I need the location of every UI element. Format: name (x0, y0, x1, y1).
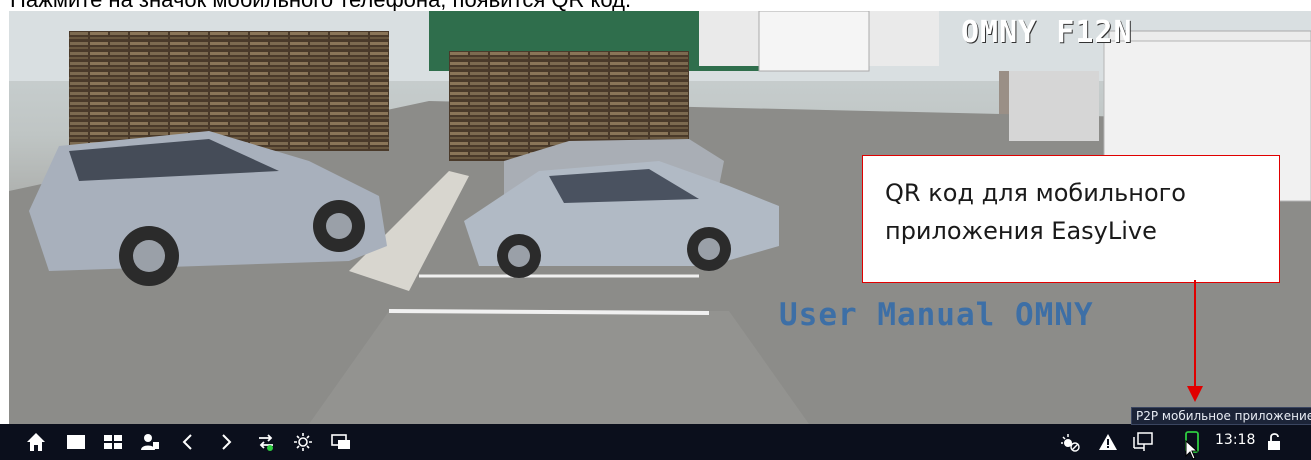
warning-icon[interactable] (1096, 430, 1120, 454)
weather-icon[interactable] (1058, 430, 1082, 454)
clock-time: 13:18 (1215, 432, 1256, 448)
home-icon[interactable] (24, 430, 48, 454)
quad-view-icon[interactable] (101, 430, 125, 454)
brightness-icon[interactable] (291, 430, 315, 454)
annotation-callout: QR код для мобильного приложения EasyLiv… (862, 155, 1280, 283)
chevron-right-icon[interactable] (214, 430, 238, 454)
callout-arrow-icon (1187, 280, 1203, 402)
chevron-left-icon[interactable] (176, 430, 200, 454)
p2p-tooltip: P2P мобильное приложение (1131, 407, 1311, 425)
network-icon[interactable] (1131, 430, 1155, 454)
screen-icon[interactable] (329, 430, 353, 454)
bottom-taskbar: 13:18 (0, 424, 1311, 460)
lock-icon[interactable] (1262, 430, 1286, 454)
mouse-cursor-icon (1185, 440, 1199, 460)
camera-name-osd: OMNY F12N (961, 15, 1133, 50)
user-icon[interactable] (138, 430, 162, 454)
watermark-text: User Manual OMNY (779, 297, 1094, 333)
swap-icon[interactable] (254, 430, 278, 454)
single-view-icon[interactable] (64, 430, 88, 454)
